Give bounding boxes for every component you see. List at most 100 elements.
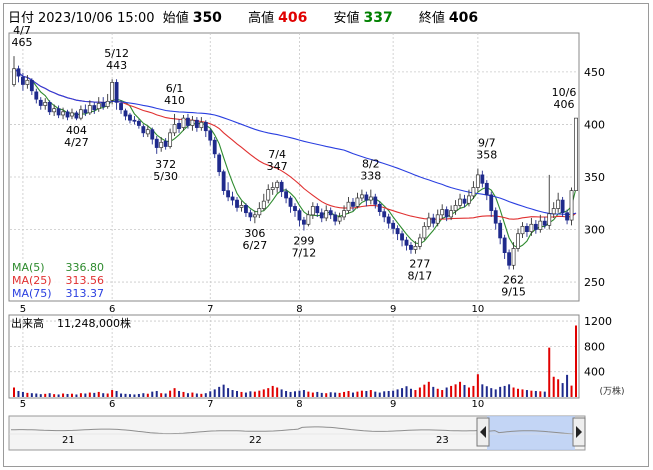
annotation-value: 410 (164, 94, 185, 107)
price-month-axis: 5 6 7 8 9 10 (20, 304, 485, 315)
candle-body (574, 117, 578, 191)
candle-body (212, 139, 217, 155)
annotation-date: 6/27 (243, 239, 268, 252)
chart-canvas: 250300350400450 4/74654044/275/124433725… (8, 24, 625, 451)
candle-body (154, 138, 159, 148)
price-tick-250: 250 (584, 276, 605, 289)
candle-body (244, 205, 248, 214)
volume-bar (302, 390, 305, 397)
volume-bar (289, 391, 292, 397)
volume-bar (494, 389, 497, 397)
price-month-label-10: 10 (472, 304, 485, 315)
volume-bar (186, 393, 189, 397)
candle-body (217, 154, 222, 173)
volume-bar (253, 391, 256, 397)
volume-bar (218, 386, 221, 397)
candle-body (342, 210, 346, 218)
candle-body (516, 233, 520, 249)
candle-body (391, 222, 396, 229)
volume-bar (93, 392, 96, 397)
candle-body (128, 114, 132, 121)
candle-body (221, 171, 226, 191)
candle-body (293, 206, 297, 211)
candle-body (177, 123, 181, 129)
volume-bar (570, 385, 573, 397)
candle-body (493, 210, 498, 224)
candle-body (78, 109, 83, 119)
volume-bar (124, 393, 127, 397)
volume-bar (463, 384, 466, 397)
candle-body (96, 103, 101, 110)
volume-bar (160, 393, 163, 397)
volume-bar (271, 385, 274, 397)
price-month-label-9: 9 (390, 304, 396, 315)
navigator-left-handle[interactable] (476, 417, 490, 447)
volume-bar (575, 325, 577, 397)
candle-body (25, 79, 30, 85)
volume-month-label-8: 8 (296, 399, 302, 410)
volume-bar (173, 388, 176, 397)
range-navigator[interactable]: 21 22 23 (8, 415, 586, 451)
volume-bar (311, 392, 314, 397)
volume-bar (405, 386, 408, 397)
candle-body (257, 208, 262, 216)
volume-month-label-5: 5 (20, 399, 26, 410)
candle-body (498, 222, 503, 239)
candle (569, 187, 574, 226)
candle-body (489, 194, 494, 211)
navigator-right-handle[interactable] (572, 417, 586, 447)
candle-body (29, 79, 34, 92)
volume-bar (240, 391, 243, 397)
candle-body (422, 226, 427, 239)
candle-body (110, 82, 115, 101)
candle-body (92, 105, 97, 111)
candle-body (70, 112, 74, 117)
volume-bar (423, 384, 426, 397)
volume-bar (454, 384, 457, 397)
candle-body (404, 239, 409, 246)
candle-body (502, 237, 507, 254)
ma75-value: 313.37 (66, 287, 105, 300)
candle-body (141, 126, 146, 134)
annotation-value: 338 (360, 170, 381, 183)
annotation-date: 5/30 (153, 170, 178, 183)
annotation-value: 347 (267, 160, 288, 173)
candle-body (248, 212, 253, 218)
volume-bar (191, 392, 194, 397)
volume-bar (530, 390, 533, 397)
volume-bar (499, 386, 502, 397)
volume-bar (182, 391, 185, 397)
volume-bar (53, 394, 56, 397)
volume-tick-400: 400 (584, 366, 605, 379)
candle-body (556, 199, 561, 209)
candle-body (480, 174, 485, 184)
volume-bar (383, 391, 386, 397)
candle-body (377, 203, 382, 213)
volume-bar (557, 379, 560, 397)
volume-bar (70, 393, 73, 397)
candle-body (145, 129, 150, 135)
volume-bar (30, 393, 33, 397)
price-axis: 250 300 350 400 450 (584, 66, 605, 289)
annotation-value: 443 (106, 59, 127, 72)
price-tick-300: 300 (584, 224, 605, 237)
volume-bar (343, 391, 346, 397)
volume-bar (294, 391, 296, 397)
volume-bar (298, 390, 301, 397)
candle-body (319, 212, 324, 219)
volume-bar (213, 389, 216, 397)
candle-body (288, 197, 293, 207)
volume-bar (48, 393, 51, 397)
volume-legend-label: 出来高 (11, 316, 44, 330)
volume-bar (396, 389, 399, 397)
volume-bar (347, 390, 350, 397)
volume-bar (508, 384, 511, 397)
candle-body (16, 68, 21, 77)
candle-body (74, 112, 79, 119)
volume-bar (102, 393, 105, 397)
candle-body (453, 205, 458, 211)
candle-body (163, 140, 168, 147)
volume-bar (44, 393, 47, 397)
candle-body (395, 228, 400, 235)
candle-body (190, 119, 195, 126)
